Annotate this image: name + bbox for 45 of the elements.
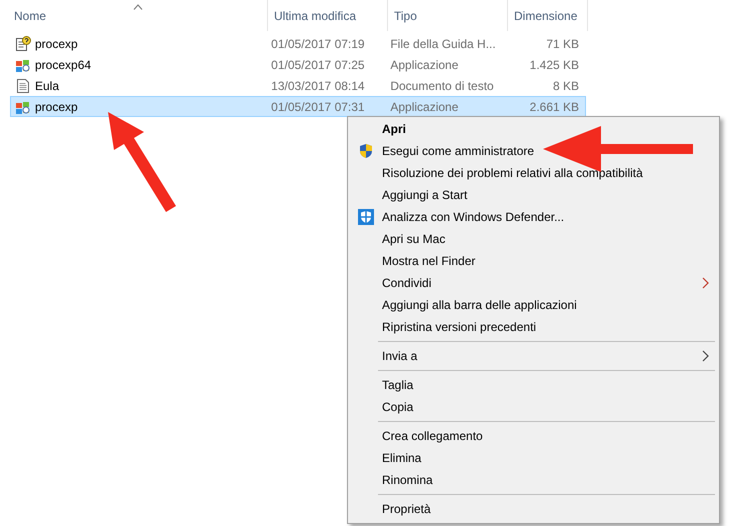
modified-date: 01/05/2017 07:31 (271, 100, 365, 114)
modified-date: 13/03/2017 08:14 (271, 78, 365, 92)
text-file-icon (15, 78, 31, 94)
menu-item[interactable]: Ripristina versioni precedenti (350, 316, 717, 338)
file-name: procexp (35, 36, 78, 50)
menu-item[interactable]: Apri su Mac (350, 228, 717, 250)
menu-item[interactable]: Aggiungi a Start (350, 184, 717, 206)
file-size: 2.661 KB (530, 100, 580, 114)
menu-item[interactable]: Condividi (350, 272, 717, 294)
file-row[interactable]: procexp 01/05/2017 07:31 Applicazione 2.661 KB (10, 96, 586, 117)
file-type: Applicazione (390, 100, 458, 114)
file-type: Applicazione (390, 58, 458, 72)
menu-item[interactable]: Taglia (350, 374, 717, 396)
menu-item[interactable]: Rinomina (350, 469, 717, 491)
modified-date: 01/05/2017 07:25 (271, 58, 365, 72)
file-type: Documento di testo (390, 78, 494, 92)
menu-item[interactable]: Risoluzione dei problemi relativi alla compatibilità (350, 162, 717, 184)
menu-item[interactable]: Invia a (350, 345, 717, 367)
menu-item[interactable]: Crea collegamento (350, 425, 717, 447)
file-row[interactable]: procexp 01/05/2017 07:19 File della Guida H... 71 KB (10, 33, 586, 54)
file-name: Eula (35, 78, 60, 92)
help-file-icon (15, 36, 31, 52)
file-type: File della Guida H... (390, 36, 496, 50)
menu-item[interactable]: Aggiungi alla barra delle applicazioni (350, 294, 717, 316)
file-size: 8 KB (553, 78, 580, 92)
file-size: 71 KB (546, 36, 580, 50)
menu-item[interactable]: Apri (350, 118, 717, 140)
menu-item[interactable]: Mostra nel Finder (350, 250, 717, 272)
file-row[interactable]: Eula 13/03/2017 08:14 Documento di testo 8 KB (10, 75, 586, 96)
modified-date: 01/05/2017 07:19 (271, 36, 365, 50)
column-header[interactable]: Nome (8, 0, 268, 31)
column-header[interactable]: Dimensione (508, 0, 588, 31)
file-name: procexp (35, 100, 78, 114)
column-header[interactable]: Ultima modifica (268, 0, 388, 31)
menu-item[interactable]: Copia (350, 396, 717, 418)
file-row[interactable]: procexp64 01/05/2017 07:25 Applicazione 1.425 KB (10, 54, 586, 75)
shield-icon (358, 143, 374, 159)
menu-item[interactable]: Elimina (350, 447, 717, 469)
shield-icon (358, 209, 374, 225)
column-header[interactable]: Tipo (388, 0, 508, 31)
menu-item[interactable]: Analizza con Windows Defender... (350, 206, 717, 228)
menu-item[interactable]: Proprietà (350, 498, 717, 520)
file-name: procexp64 (35, 58, 92, 72)
file-size: 1.425 KB (530, 58, 580, 72)
menu-item[interactable]: Esegui come amministratore (350, 140, 717, 162)
